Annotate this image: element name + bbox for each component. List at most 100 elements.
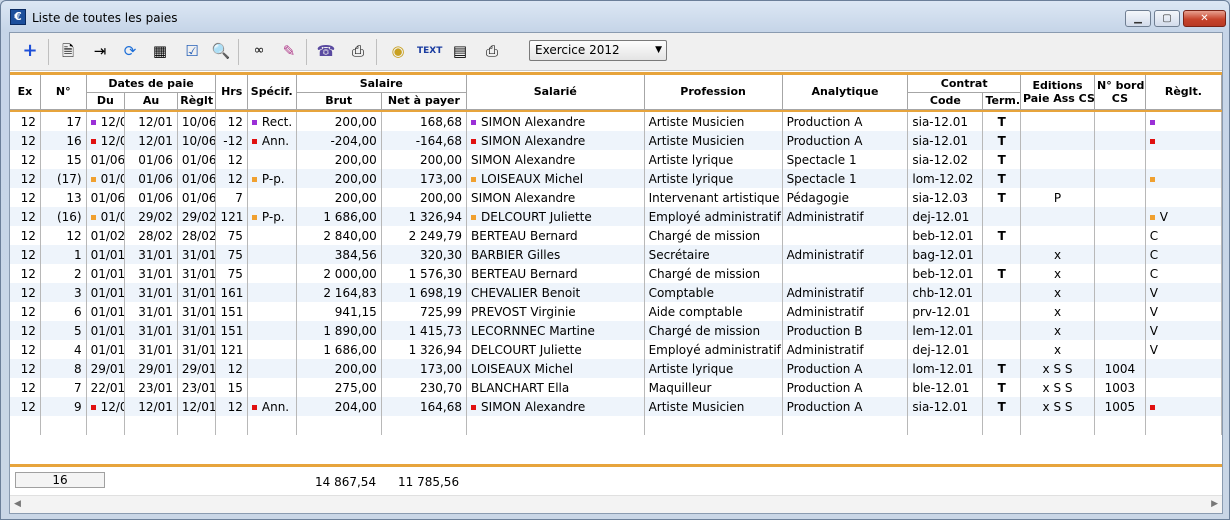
table-row[interactable]: 12 17 12/01 12/01 10/06 12 Rect. 200,00 168,68 SI… [10,112,1223,131]
cell-au-text: 31/01 [138,247,173,262]
horizontal-scrollbar[interactable]: ◀ ▶ [10,495,1222,513]
import-icon[interactable]: ⇥ [88,39,112,63]
cell-du-text: 01/01 [90,266,125,281]
col-header-brut[interactable]: Brut [296,92,382,110]
document-icon[interactable]: 🗎 [56,39,80,63]
cell-no: 13 [40,188,87,207]
cell-specif [247,245,297,264]
cell-reglt2-text: C [1149,247,1159,262]
close-button[interactable]: ✕ [1183,10,1226,27]
col-header-reglt[interactable]: Règlt. [1145,75,1223,110]
cell-code-text: dej-12.01 [912,342,970,357]
table-row[interactable]: 12 (16) 01/02 29/02 29/02 121 P-p. 1 686,00 1 32… [10,207,1223,226]
col-header-hrs[interactable]: Hrs [215,75,248,110]
col-header-net[interactable]: Net à payer [381,92,468,110]
cell-no: 6 [40,302,87,321]
cell-profession-text: Artiste lyrique [648,152,734,167]
table-row[interactable]: 12 3 01/01 31/01 31/01 161 2 164,83 1 698,19 CHE… [10,283,1223,302]
magnifier-icon[interactable]: 🔍 [209,39,233,63]
table-row[interactable]: 12 5 01/01 31/01 31/01 151 1 890,00 1 415,73 LEC… [10,321,1223,340]
col-header-ex[interactable]: Ex [10,75,41,110]
coins-icon[interactable]: ◉ [386,39,410,63]
cell-bord: 1005 [1094,397,1146,416]
cell-salarie: DELCOURT Juliette [466,207,645,226]
cell-analytique: Administratif [782,302,909,321]
col-header-du[interactable]: Du [86,92,126,110]
cell-reglt: 23/01 [177,378,217,397]
cell-no-text: 13 [66,190,82,205]
table-row[interactable]: 12 2 01/01 31/01 31/01 75 2 000,00 1 576,30 BERT… [10,264,1223,283]
col-header-profession[interactable]: Profession [644,75,783,110]
cell-analytique-text: Production A [786,114,863,129]
cell-ex: 12 [10,150,41,169]
table-row[interactable]: 12 13 01/06 01/06 01/06 7 200,00 200,00 SIMON Al… [10,188,1223,207]
editions-label: Editions [1032,78,1083,92]
minimize-button[interactable]: ▁ [1125,10,1151,27]
cell-au-text: 28/02 [138,228,173,243]
cell-brut: 384,56 [296,245,382,264]
table-row[interactable]: 12 7 22/01 23/01 23/01 15 275,00 230,70 BLANCHAR… [10,378,1223,397]
col-header-au[interactable]: Au [124,92,178,110]
cell-salarie: SIMON Alexandre [466,112,645,131]
chevron-down-icon[interactable]: ▼ [655,41,662,60]
refresh-icon[interactable]: ⟳ [118,39,142,63]
table-row[interactable]: 12 4 01/01 31/01 31/01 121 1 686,00 1 326,94 DEL… [10,340,1223,359]
table-row[interactable]: 12 15 01/06 01/06 01/06 12 200,00 200,00 SIMON A… [10,150,1223,169]
table-row[interactable]: 12 9 12/01 12/01 12/01 12 Ann. 204,00 164,68 SIMO… [10,397,1223,416]
table-row[interactable]: 12 1 01/01 31/01 31/01 75 384,56 320,30 BARBIER … [10,245,1223,264]
cell-ex-text: 12 [20,399,36,414]
cell-net-text: 320,30 [420,247,463,262]
cell-profession: Employé administratif [644,340,783,359]
grid-icon[interactable]: ▤ [448,39,472,63]
col-header-reglt-date[interactable]: Règlt [177,92,217,110]
scroll-right-icon[interactable]: ▶ [1211,499,1218,509]
cell-code: lom-12.01 [907,359,984,378]
cell-salarie: BERTEAU Bernard [466,226,645,245]
phone-icon[interactable]: ☎ [314,39,338,63]
cell-reglt-text: 01/06 [181,171,216,186]
pencil-icon[interactable]: ✎ [277,39,301,63]
cell-au-text: 29/02 [138,209,173,224]
exercise-select[interactable]: Exercice 2012 ▼ [529,40,667,61]
cell-no: 9 [40,397,87,416]
cell-du: 01/02 [86,226,126,245]
table-row[interactable]: 12 12 01/02 28/02 28/02 75 2 840,00 2 249,79 BER… [10,226,1223,245]
col-header-code[interactable]: Code [907,92,984,110]
cell-bord [1094,321,1146,340]
printer-icon[interactable]: ⎙ [480,39,504,63]
cell-editions [1020,207,1096,226]
text-icon[interactable]: TEXT [417,39,442,63]
glasses-icon[interactable]: ∞ [247,39,271,63]
col-header-no[interactable]: N° [40,75,87,110]
col-header-bord[interactable]: N° bord CS [1094,75,1146,110]
scroll-left-icon[interactable]: ◀ [14,499,21,509]
export-icon[interactable]: ⎙ [346,39,370,63]
table-row[interactable] [10,416,1223,435]
table-row[interactable]: 12 6 01/01 31/01 31/01 151 941,15 725,99 PREVOST… [10,302,1223,321]
table-row[interactable]: 12 8 29/01 29/01 29/01 12 200,00 173,00 LOISEAUX… [10,359,1223,378]
col-header-salarie[interactable]: Salarié [466,75,645,110]
cell-au: 12/01 [124,131,178,150]
cell-au: 23/01 [124,378,178,397]
cell-au-text: 31/01 [138,285,173,300]
cell-net-text: 168,68 [420,114,463,129]
col-header-analytique[interactable]: Analytique [782,75,909,110]
table-row[interactable]: 12 16 12/01 12/01 10/06 -12 Ann. -204,00 -164,68… [10,131,1223,150]
col-header-editions[interactable]: Editions Paie Ass CS [1020,75,1096,110]
col-header-term[interactable]: Term. [982,92,1021,110]
cell-analytique: Administratif [782,283,909,302]
cell-no: 16 [40,131,87,150]
table-row[interactable]: 12 (17) 01/06 01/06 01/06 12 P-p. 200,00 173,00 L… [10,169,1223,188]
cell-profession: Intervenant artistique [644,188,783,207]
title-bar[interactable]: € Liste de toutes les paies ▁ ▢ ✕ [1,1,1229,33]
validate-icon[interactable]: ☑ [180,39,204,63]
calculator-icon[interactable]: ▦ [148,39,172,63]
plus-icon[interactable]: + [18,39,42,63]
cell-term: T [982,169,1021,188]
cell-brut-text: 200,00 [334,152,377,167]
cell-hrs: 15 [215,378,248,397]
cell-profession: Aide comptable [644,302,783,321]
maximize-button[interactable]: ▢ [1154,10,1180,27]
col-header-specif[interactable]: Spécif. [247,75,297,110]
cell-code: sia-12.01 [907,131,984,150]
